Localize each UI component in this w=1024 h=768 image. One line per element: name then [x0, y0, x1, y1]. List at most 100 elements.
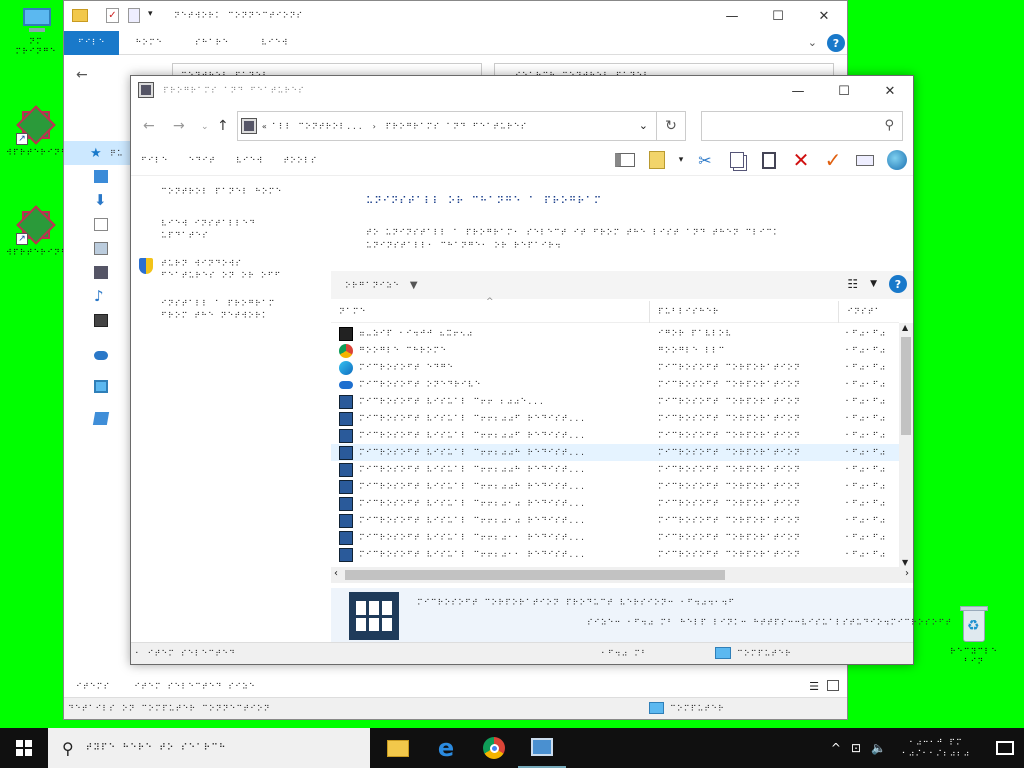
table-row[interactable]: ⠍⠊⠉⠗⠕⠎⠕⠋⠞ ⠧⠊⠎⠥⠁⠇ ⠉⠖⠖⠆⠴⠂⠂ ⠗⠑⠙⠊⠎⠞... ⠍⠊⠉⠗⠕⠎… [331, 546, 899, 563]
desktop-icon-shortcut-2[interactable]: ↗ ⠺⠏⠗⠞⠑⠗⠊⠝⠛⠗ [6, 205, 74, 258]
taskbar-chrome[interactable] [470, 728, 518, 768]
table-row[interactable]: ⠍⠊⠉⠗⠕⠎⠕⠋⠞ ⠧⠊⠎⠥⠁⠇ ⠉⠖⠖⠆⠴⠂⠂ ⠗⠑⠙⠊⠎⠞... ⠍⠊⠉⠗⠕⠎… [331, 529, 899, 546]
properties-check-icon[interactable]: ✓ [821, 148, 845, 172]
sidebar-item-onedrive[interactable] [64, 343, 130, 367]
forward-arrow-icon[interactable]: → [173, 118, 185, 134]
sidebar-item-pictures[interactable] [64, 237, 130, 261]
preview-pane-icon[interactable] [613, 148, 637, 172]
notifications-icon[interactable] [996, 741, 1014, 755]
help-icon[interactable]: ? [827, 34, 845, 52]
column-publisher[interactable]: ⠏⠥⠃⠇⠊⠎⠓⠑⠗ [650, 300, 840, 323]
ribbon-expand-icon[interactable]: ⌄ [808, 36, 817, 49]
network-tray-icon[interactable]: ⊡ [851, 741, 861, 755]
organize-button[interactable]: ⠕⠗⠛⠁⠝⠊⠵⠑ [345, 281, 400, 290]
sidebar-item-downloads[interactable]: ⬇ [64, 189, 130, 213]
table-row[interactable]: ⠍⠊⠉⠗⠕⠎⠕⠋⠞ ⠧⠊⠎⠥⠁⠇ ⠉⠖⠖⠆⠴⠂⠴ ⠗⠑⠙⠊⠎⠞... ⠍⠊⠉⠗⠕⠎… [331, 512, 899, 529]
qat-dropdown-icon[interactable]: ▾ [148, 9, 153, 19]
back-arrow-icon[interactable]: ← [143, 118, 155, 134]
table-row[interactable]: ⠍⠊⠉⠗⠕⠎⠕⠋⠞ ⠧⠊⠎⠥⠁⠇ ⠉⠖⠖⠆⠴⠴⠋ ⠗⠑⠙⠊⠎⠞... ⠍⠊⠉⠗⠕⠎… [331, 427, 899, 444]
desktop-icon-shortcut-1[interactable]: ↗ ⠺⠏⠗⠞⠑⠗⠊⠝⠛⠗ [6, 105, 74, 158]
table-row[interactable]: ⠍⠊⠉⠗⠕⠎⠕⠋⠞ ⠧⠊⠎⠥⠁⠇ ⠉⠖⠖⠆⠴⠴⠓ ⠗⠑⠙⠊⠎⠞... ⠍⠊⠉⠗⠕⠎… [331, 478, 899, 495]
menu-file[interactable]: ⠋⠊⠇⠑ [131, 156, 178, 165]
table-row[interactable]: ⠍⠊⠉⠗⠕⠎⠕⠋⠞ ⠧⠊⠎⠥⠁⠇ ⠉⠖⠖⠆⠴⠂⠴ ⠗⠑⠙⠊⠎⠞... ⠍⠊⠉⠗⠕⠎… [331, 495, 899, 512]
back-titlebar[interactable]: ✓ ▾ ⠝⠑⠞⠺⠕⠗⠅ ⠉⠕⠝⠝⠑⠉⠞⠊⠕⠝⠎ — ☐ ✕ [64, 1, 847, 31]
back-arrow-icon[interactable]: ← [76, 67, 88, 83]
start-button[interactable] [0, 728, 48, 768]
address-bar[interactable]: « ⠁⠇⠇ ⠉⠕⠝⠞⠗⠕⠇... › ⠏⠗⠕⠛⠗⠁⠍⠎ ⠁⠝⠙ ⠋⠑⠁⠞⠥⠗⠑⠎… [237, 111, 657, 141]
copy-icon[interactable] [725, 148, 749, 172]
table-row[interactable]: ⠶⠤⠵⠊⠏ ⠂⠊⠲⠚⠚ ⠦⠭⠖⠢⠴ ⠊⠛⠕⠗ ⠏⠁⠧⠇⠕⠧ ⠂⠋⠴⠂⠋⠴ [331, 325, 899, 342]
column-name[interactable]: ⠝⠁⠍⠑ ^ [331, 297, 650, 323]
link-install-from-network[interactable]: ⠊⠝⠎⠞⠁⠇⠇ ⠁ ⠏⠗⠕⠛⠗⠁⠍ ⠋⠗⠕⠍ ⠞⠓⠑ ⠝⠑⠞⠺⠕⠗⠅ [139, 298, 329, 322]
tab-view[interactable]: ⠧⠊⠑⠺ [245, 31, 304, 55]
link-control-panel-home[interactable]: ⠉⠕⠝⠞⠗⠕⠇ ⠏⠁⠝⠑⠇ ⠓⠕⠍⠑ [139, 186, 329, 198]
help-icon[interactable]: ? [889, 275, 907, 293]
scroll-down-icon[interactable]: ▼ [902, 558, 908, 567]
table-row[interactable]: ⠍⠊⠉⠗⠕⠎⠕⠋⠞ ⠧⠊⠎⠥⠁⠇ ⠉⠖⠖⠆⠴⠴⠓ ⠗⠑⠙⠊⠎⠞... ⠍⠊⠉⠗⠕⠎… [331, 444, 899, 461]
table-row[interactable]: ⠍⠊⠉⠗⠕⠎⠕⠋⠞ ⠑⠙⠛⠑ ⠍⠊⠉⠗⠕⠎⠕⠋⠞ ⠉⠕⠗⠏⠕⠗⠁⠞⠊⠕⠝ ⠂⠋⠴⠂⠋… [331, 359, 899, 376]
scroll-up-icon[interactable]: ▲ [902, 323, 908, 332]
delete-icon[interactable]: ✕ [789, 148, 813, 172]
programs-features-window[interactable]: ⠏⠗⠕⠛⠗⠁⠍⠎ ⠁⠝⠙ ⠋⠑⠁⠞⠥⠗⠑⠎ — ☐ ✕ ← → ⌄ ↑ « ⠁⠇… [130, 75, 951, 665]
organize-dropdown-icon[interactable]: ▼ [410, 280, 418, 291]
tab-file[interactable]: ⠋⠊⠇⠑ [64, 30, 120, 55]
rename-icon[interactable] [853, 148, 877, 172]
desktop-icon-recycle-bin[interactable]: ♻ ⠗⠑⠉⠽⠉⠇⠑ ⠃⠊⠝ [944, 604, 1004, 667]
maximize-button[interactable]: ☐ [821, 76, 867, 106]
details-view-icon[interactable]: ☰ [809, 680, 819, 693]
link-view-installed-updates[interactable]: ⠧⠊⠑⠺ ⠊⠝⠎⠞⠁⠇⠇⠑⠙ ⠥⠏⠙⠁⠞⠑⠎ [139, 218, 329, 242]
taskbar-control-panel[interactable] [518, 728, 566, 768]
tab-share[interactable]: ⠎⠓⠁⠗⠑ [179, 31, 245, 55]
sidebar-item-videos[interactable] [64, 309, 130, 333]
view-dropdown-icon[interactable]: ▼ [870, 279, 877, 289]
table-row[interactable]: ⠍⠊⠉⠗⠕⠎⠕⠋⠞ ⠕⠝⠑⠙⠗⠊⠧⠑ ⠍⠊⠉⠗⠕⠎⠕⠋⠞ ⠉⠕⠗⠏⠕⠗⠁⠞⠊⠕⠝ ⠂… [331, 376, 899, 393]
minimize-button[interactable]: — [775, 76, 821, 106]
up-arrow-icon[interactable]: ↑ [217, 118, 229, 134]
close-button[interactable]: ✕ [867, 76, 913, 106]
link-windows-features[interactable]: ⠞⠥⠗⠝ ⠺⠊⠝⠙⠕⠺⠎ ⠋⠑⠁⠞⠥⠗⠑⠎ ⠕⠝ ⠕⠗ ⠕⠋⠋ [139, 258, 329, 282]
views-dropdown-icon[interactable]: ▾ [677, 148, 685, 172]
hscroll-thumb[interactable] [345, 570, 725, 580]
breadcrumb-all-control-panel[interactable]: ⠁⠇⠇ ⠉⠕⠝⠞⠗⠕⠇... [272, 122, 364, 131]
close-button[interactable]: ✕ [801, 1, 847, 31]
breadcrumb-programs-features[interactable]: ⠏⠗⠕⠛⠗⠁⠍⠎ ⠁⠝⠙ ⠋⠑⠁⠞⠥⠗⠑⠎ [386, 122, 528, 131]
search-input[interactable]: ⚲ [701, 111, 903, 141]
cut-icon[interactable]: ✂ [693, 148, 717, 172]
menu-view[interactable]: ⠧⠊⠑⠺ [226, 156, 273, 165]
scroll-thumb[interactable] [901, 337, 911, 435]
menu-tools[interactable]: ⠞⠕⠕⠇⠎ [273, 156, 327, 165]
tab-home[interactable]: ⠓⠕⠍⠑ [119, 31, 178, 55]
new-folder-icon[interactable] [128, 8, 140, 23]
horizontal-scrollbar[interactable]: ‹ › [331, 567, 913, 583]
minimize-button[interactable]: — [709, 1, 755, 31]
sidebar-item-this-pc[interactable] [64, 375, 130, 399]
scroll-right-icon[interactable]: › [905, 568, 909, 579]
sidebar-item-network[interactable] [64, 407, 130, 431]
view-options-icon[interactable]: ☷ [847, 277, 858, 291]
sidebar-item-quick-access[interactable]: ★ ⠟⠥ [64, 141, 130, 165]
desktop-icon-this-pc[interactable]: ⠝⠍ ⠍⠗⠊⠝⠛⠑ [6, 8, 66, 57]
tray-chevron-icon[interactable]: ^ [831, 741, 841, 755]
column-installed-on[interactable]: ⠊⠝⠎⠞⠁ [839, 301, 899, 323]
clock[interactable]: ⠂⠴⠒⠂⠚ ⠏⠍ ⠂⠴⠌⠂⠂⠌⠆⠴⠆⠴ [896, 737, 976, 759]
volume-icon[interactable]: 🔈 [871, 741, 886, 755]
menu-edit[interactable]: ⠑⠙⠊⠞ [178, 156, 225, 165]
paste-icon[interactable] [757, 148, 781, 172]
sidebar-item-documents[interactable] [64, 213, 130, 237]
vertical-scrollbar[interactable]: ▲ ▼ [899, 323, 913, 567]
sidebar-item-devices[interactable] [64, 261, 130, 285]
table-row[interactable]: ⠛⠕⠕⠛⠇⠑ ⠉⠓⠗⠕⠍⠑ ⠛⠕⠕⠛⠇⠑ ⠇⠇⠉ ⠂⠋⠴⠂⠋⠴ [331, 342, 899, 359]
sidebar-item-music[interactable]: ♪ [64, 285, 130, 309]
table-row[interactable]: ⠍⠊⠉⠗⠕⠎⠕⠋⠞ ⠧⠊⠎⠥⠁⠇ ⠉⠖⠖⠆⠴⠴⠋ ⠗⠑⠙⠊⠎⠞... ⠍⠊⠉⠗⠕⠎… [331, 410, 899, 427]
table-row[interactable]: ⠍⠊⠉⠗⠕⠎⠕⠋⠞ ⠧⠊⠎⠥⠁⠇ ⠉⠖⠖⠆⠴⠴⠓ ⠗⠑⠙⠊⠎⠞... ⠍⠊⠉⠗⠕⠎… [331, 461, 899, 478]
views-icon[interactable] [645, 148, 669, 172]
scroll-left-icon[interactable]: ‹ [334, 568, 338, 579]
table-row[interactable]: ⠍⠊⠉⠗⠕⠎⠕⠋⠞ ⠧⠊⠎⠥⠁⠇ ⠉⠖⠖ ⠆⠴⠴⠑... ⠍⠊⠉⠗⠕⠎⠕⠋⠞ ⠉⠕… [331, 393, 899, 410]
globe-icon[interactable] [885, 148, 909, 172]
refresh-button[interactable]: ↻ [656, 111, 686, 141]
front-titlebar[interactable]: ⠏⠗⠕⠛⠗⠁⠍⠎ ⠁⠝⠙ ⠋⠑⠁⠞⠥⠗⠑⠎ — ☐ ✕ [131, 76, 913, 106]
sidebar-item-desktop[interactable] [64, 165, 130, 189]
large-icons-view-icon[interactable] [827, 680, 839, 691]
properties-icon[interactable]: ✓ [106, 8, 119, 23]
recent-locations-icon[interactable]: ⌄ [201, 122, 209, 132]
